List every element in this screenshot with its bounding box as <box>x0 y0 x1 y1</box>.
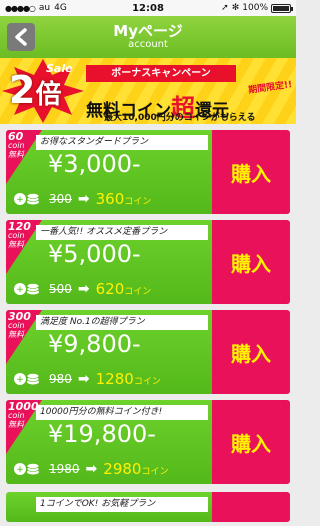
coin-after: 1280コイン <box>96 370 161 388</box>
status-bar: ●●●●○ au 4G 12:08 ➚ ✻ 100% <box>0 0 296 16</box>
plan-bonus: + 980 ➡ 1280コイン <box>14 370 161 388</box>
plan-card: 60 coin 無料 お得なスタンダードプラン ¥3,000- + 300 ➡ … <box>6 130 290 214</box>
svg-text:+: + <box>16 285 24 295</box>
coin-unit: コイン <box>141 467 169 477</box>
coin-stack-icon: + <box>14 463 40 475</box>
coin-corner-text: 1000 coin 無料 <box>8 400 39 429</box>
corner-free-label: 無料 <box>8 330 24 339</box>
buy-button[interactable]: 購入 <box>212 310 290 394</box>
coin-after: 360コイン <box>96 190 152 208</box>
coin-before: 1980 <box>49 462 80 476</box>
buy-button[interactable]: 購入 <box>212 400 290 484</box>
svg-text:+: + <box>16 375 24 385</box>
multiplier: 2倍 <box>9 68 61 112</box>
multiplier-number: 2 <box>9 68 36 112</box>
coin-after-value: 620 <box>95 280 125 298</box>
plan-bonus: + 1980 ➡ 2980コイン <box>14 460 168 478</box>
corner-coin-unit: coin <box>8 321 25 330</box>
plan-info: 60 coin 無料 お得なスタンダードプラン ¥3,000- + 300 ➡ … <box>6 130 212 214</box>
plan-price: ¥19,800- <box>48 420 156 448</box>
coin-after-value: 360 <box>95 190 125 208</box>
coin-before: 980 <box>49 372 72 386</box>
svg-text:+: + <box>16 195 24 205</box>
corner-coin-unit: coin <box>8 141 25 150</box>
back-button[interactable] <box>7 23 35 51</box>
buy-button[interactable] <box>212 492 290 522</box>
corner-free-label: 無料 <box>8 420 24 429</box>
coin-corner-text: 300 coin 無料 <box>8 310 31 339</box>
coin-corner-text: 60 coin 無料 <box>8 130 25 159</box>
corner-coin-number: 1000 <box>8 400 39 413</box>
corner-free-label: 無料 <box>8 150 24 159</box>
arrow-right-icon: ➡ <box>85 461 98 477</box>
plan-name: 一番人気!! オススメ定番プラン <box>36 225 208 240</box>
svg-text:+: + <box>16 465 24 475</box>
plan-price: ¥5,000- <box>48 240 141 268</box>
campaign-title: ボーナスキャンペーン <box>86 65 236 82</box>
coin-stack-icon: + <box>14 193 40 205</box>
plan-name: 1コインでOK! お気軽プラン <box>36 497 208 512</box>
coin-after-value: 2980 <box>103 460 142 478</box>
battery-icon <box>271 3 293 13</box>
plan-bonus: + 300 ➡ 360コイン <box>14 190 151 208</box>
plan-card: 120 coin 無料 一番人気!! オススメ定番プラン ¥5,000- + 5… <box>6 220 290 304</box>
corner-coin-number: 120 <box>8 220 31 233</box>
coin-stack-icon: + <box>14 283 40 295</box>
corner-coin-number: 60 <box>8 130 24 143</box>
corner-coin-unit: coin <box>8 231 25 240</box>
coin-unit: コイン <box>133 377 161 387</box>
plan-list: 60 coin 無料 お得なスタンダードプラン ¥3,000- + 300 ➡ … <box>0 130 296 522</box>
plan-info: 300 coin 無料 満足度 No.1の超得プラン ¥9,800- + 980… <box>6 310 212 394</box>
coin-unit: コイン <box>124 287 152 297</box>
coin-stack-icon: + <box>14 373 40 385</box>
plan-price: ¥3,000- <box>48 150 141 178</box>
status-time: 12:08 <box>132 2 164 14</box>
plan-price: ¥9,800- <box>48 330 141 358</box>
banner-detail: 最大10,000円分のコインがもらえる <box>104 113 256 123</box>
corner-coin-number: 300 <box>8 310 31 323</box>
coin-after-value: 1280 <box>95 370 134 388</box>
arrow-right-icon: ➡ <box>77 281 90 297</box>
app-header: Myページ account <box>0 16 296 58</box>
plan-name: 10000円分の無料コイン付き! <box>36 405 208 420</box>
buy-button[interactable]: 購入 <box>212 130 290 214</box>
plan-info: 1000 coin 無料 10000円分の無料コイン付き! ¥19,800- +… <box>6 400 212 484</box>
buy-button[interactable]: 購入 <box>212 220 290 304</box>
arrow-right-icon: ➡ <box>77 191 90 207</box>
plan-card: 1コインでOK! お気軽プラン <box>6 492 290 522</box>
multiplier-unit: 倍 <box>35 80 62 110</box>
plan-info: 1コインでOK! お気軽プラン <box>6 492 212 522</box>
plan-bonus: + 500 ➡ 620コイン <box>14 280 151 298</box>
coin-before: 500 <box>49 282 72 296</box>
page-subtitle: account <box>128 39 168 50</box>
corner-coin-unit: coin <box>8 411 25 420</box>
coin-corner-text: 120 coin 無料 <box>8 220 31 249</box>
chevron-left-icon <box>15 28 27 46</box>
plan-card: 1000 coin 無料 10000円分の無料コイン付き! ¥19,800- +… <box>6 400 290 484</box>
coin-after: 2980コイン <box>103 460 168 478</box>
page-title: Myページ <box>113 22 183 40</box>
plan-name: 満足度 No.1の超得プラン <box>36 315 208 330</box>
plan-card: 300 coin 無料 満足度 No.1の超得プラン ¥9,800- + 980… <box>6 310 290 394</box>
coin-unit: コイン <box>124 197 152 207</box>
limited-time-label: 期間限定!! <box>247 79 293 97</box>
arrow-right-icon: ➡ <box>77 371 90 387</box>
campaign-banner[interactable]: Sale 2倍 ボーナスキャンペーン 期間限定!! 無料コイン超還元 最大10,… <box>0 58 296 124</box>
corner-free-label: 無料 <box>8 240 24 249</box>
coin-before: 300 <box>49 192 72 206</box>
plan-name: お得なスタンダードプラン <box>36 135 208 150</box>
coin-after: 620コイン <box>96 280 152 298</box>
plan-info: 120 coin 無料 一番人気!! オススメ定番プラン ¥5,000- + 5… <box>6 220 212 304</box>
